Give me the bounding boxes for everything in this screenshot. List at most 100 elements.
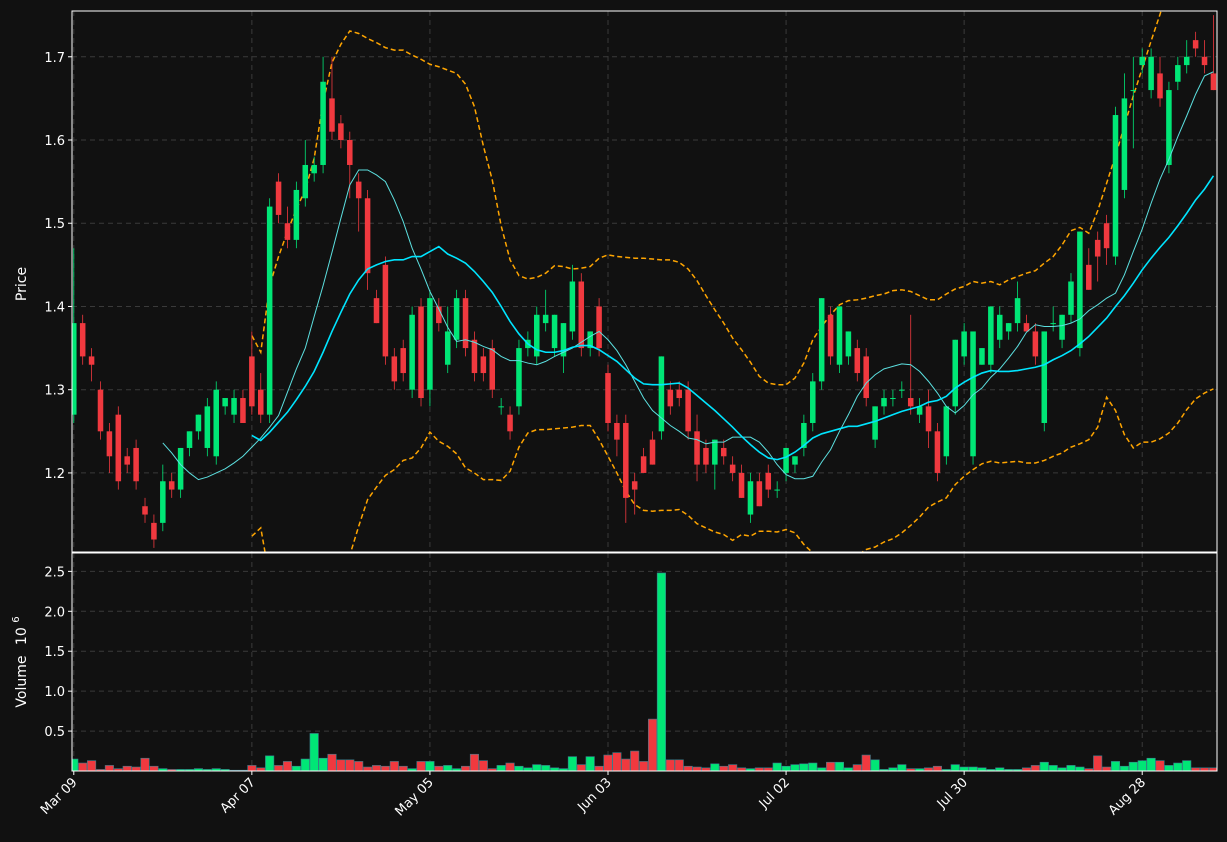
candle-body bbox=[551, 314, 558, 349]
volume-bar bbox=[514, 765, 524, 771]
candle-body bbox=[213, 389, 219, 457]
volume-tick-label: 0.5 bbox=[44, 725, 65, 740]
volume-bar bbox=[1128, 761, 1138, 771]
candle-body bbox=[872, 406, 878, 440]
x-tick-label: Aug 28 bbox=[1106, 775, 1149, 818]
volume-bar bbox=[1155, 760, 1165, 771]
candle-body bbox=[720, 447, 727, 457]
candle-body bbox=[899, 389, 905, 391]
candle-body bbox=[836, 306, 843, 365]
candle-body bbox=[988, 306, 994, 365]
candle-body bbox=[1148, 56, 1154, 91]
volume-bar bbox=[1137, 760, 1147, 771]
candle-body bbox=[1068, 281, 1074, 315]
candle-body bbox=[1032, 331, 1039, 357]
candle-body bbox=[1050, 323, 1056, 325]
candle-body bbox=[631, 481, 638, 490]
volume-bar bbox=[1182, 760, 1192, 771]
candle-body bbox=[569, 281, 576, 332]
candle-body bbox=[943, 406, 950, 457]
candle-body bbox=[471, 339, 478, 374]
volume-tick-label: 1.5 bbox=[44, 645, 65, 660]
candle-body bbox=[1121, 98, 1128, 190]
volume-bar bbox=[327, 753, 337, 771]
x-tick-label: Jul 30 bbox=[934, 775, 971, 812]
volume-bar bbox=[1110, 761, 1121, 771]
candle-body bbox=[222, 398, 228, 407]
candle-body bbox=[489, 348, 496, 390]
volume-panel: 0.5 1.0 1.5 2.0 2.5 Volume 10 6 bbox=[11, 552, 1218, 772]
candle-body bbox=[827, 314, 834, 357]
candle-body bbox=[231, 398, 237, 415]
volume-bar bbox=[247, 765, 257, 771]
volume-bar bbox=[594, 765, 604, 771]
volume-bar bbox=[834, 761, 845, 771]
volume-bar bbox=[389, 761, 399, 771]
candle-body bbox=[106, 431, 113, 457]
volume-axis-label-text: Volume bbox=[14, 656, 30, 708]
candle-body bbox=[1139, 56, 1145, 66]
x-tick-label: Jun 03 bbox=[575, 775, 615, 815]
volume-bar bbox=[363, 766, 373, 771]
price-tick-label: 1.6 bbox=[44, 134, 65, 149]
price-axis-label: Price bbox=[14, 267, 30, 301]
volume-bar bbox=[104, 765, 114, 771]
volume-bar bbox=[336, 759, 346, 771]
candle-body bbox=[1183, 56, 1190, 66]
candle-body bbox=[168, 481, 175, 490]
candle-body bbox=[186, 431, 193, 448]
candle-body bbox=[516, 348, 522, 407]
candle-body bbox=[1201, 56, 1208, 66]
candle-body bbox=[765, 472, 772, 490]
price-tick-label: 1.4 bbox=[44, 300, 65, 315]
volume-grid bbox=[72, 553, 1217, 771]
volume-bar bbox=[416, 761, 426, 771]
volume-bar bbox=[265, 755, 275, 771]
price-tick-label: 1.7 bbox=[44, 51, 65, 66]
upper-band-line bbox=[251, 11, 1162, 386]
candle-body bbox=[881, 398, 887, 407]
candle-body bbox=[640, 456, 647, 473]
volume-bar bbox=[380, 765, 390, 771]
candle-body bbox=[792, 456, 798, 465]
candle-body bbox=[347, 140, 353, 165]
candle-body bbox=[373, 298, 380, 324]
candle-body bbox=[1077, 231, 1083, 349]
candle-body bbox=[79, 323, 86, 357]
slow-moving-average-line bbox=[251, 175, 1215, 461]
candle-body bbox=[676, 389, 682, 399]
candle-body bbox=[124, 456, 130, 465]
candle-body bbox=[97, 389, 104, 432]
volume-bar bbox=[674, 759, 684, 771]
candle-body bbox=[427, 298, 433, 390]
volume-bar bbox=[282, 761, 292, 771]
candle-body bbox=[1005, 323, 1012, 332]
candle-body bbox=[810, 381, 816, 423]
candle-body bbox=[444, 331, 451, 365]
volume-bar bbox=[630, 750, 640, 771]
volume-bar bbox=[122, 765, 132, 771]
candle-body bbox=[275, 181, 282, 215]
volume-frame bbox=[71, 552, 1218, 772]
volume-bar bbox=[1039, 761, 1049, 771]
volume-bar bbox=[567, 756, 577, 771]
volume-bar bbox=[621, 758, 631, 771]
volume-bar bbox=[443, 765, 453, 771]
candle-body bbox=[1112, 115, 1119, 257]
volume-bar bbox=[719, 765, 729, 771]
candle-body bbox=[391, 356, 398, 382]
volume-bar bbox=[932, 765, 942, 771]
volume-bar bbox=[149, 765, 159, 771]
candle-body bbox=[667, 389, 674, 407]
volume-bar bbox=[585, 756, 595, 771]
volume-bar bbox=[461, 765, 471, 771]
volume-bars bbox=[72, 572, 1217, 771]
volume-bar bbox=[612, 752, 622, 771]
candle-body bbox=[160, 481, 166, 523]
volume-bar bbox=[852, 764, 862, 771]
candle-body bbox=[240, 398, 246, 423]
candle-body bbox=[596, 306, 602, 349]
candlestick-chart: 1.2 1.3 1.4 1.5 1.6 1.7 Price 0.5 1.0 1.5 2.0 2.5… bbox=[11, 10, 1218, 819]
volume-bar bbox=[78, 762, 88, 771]
candle-body bbox=[925, 406, 932, 432]
